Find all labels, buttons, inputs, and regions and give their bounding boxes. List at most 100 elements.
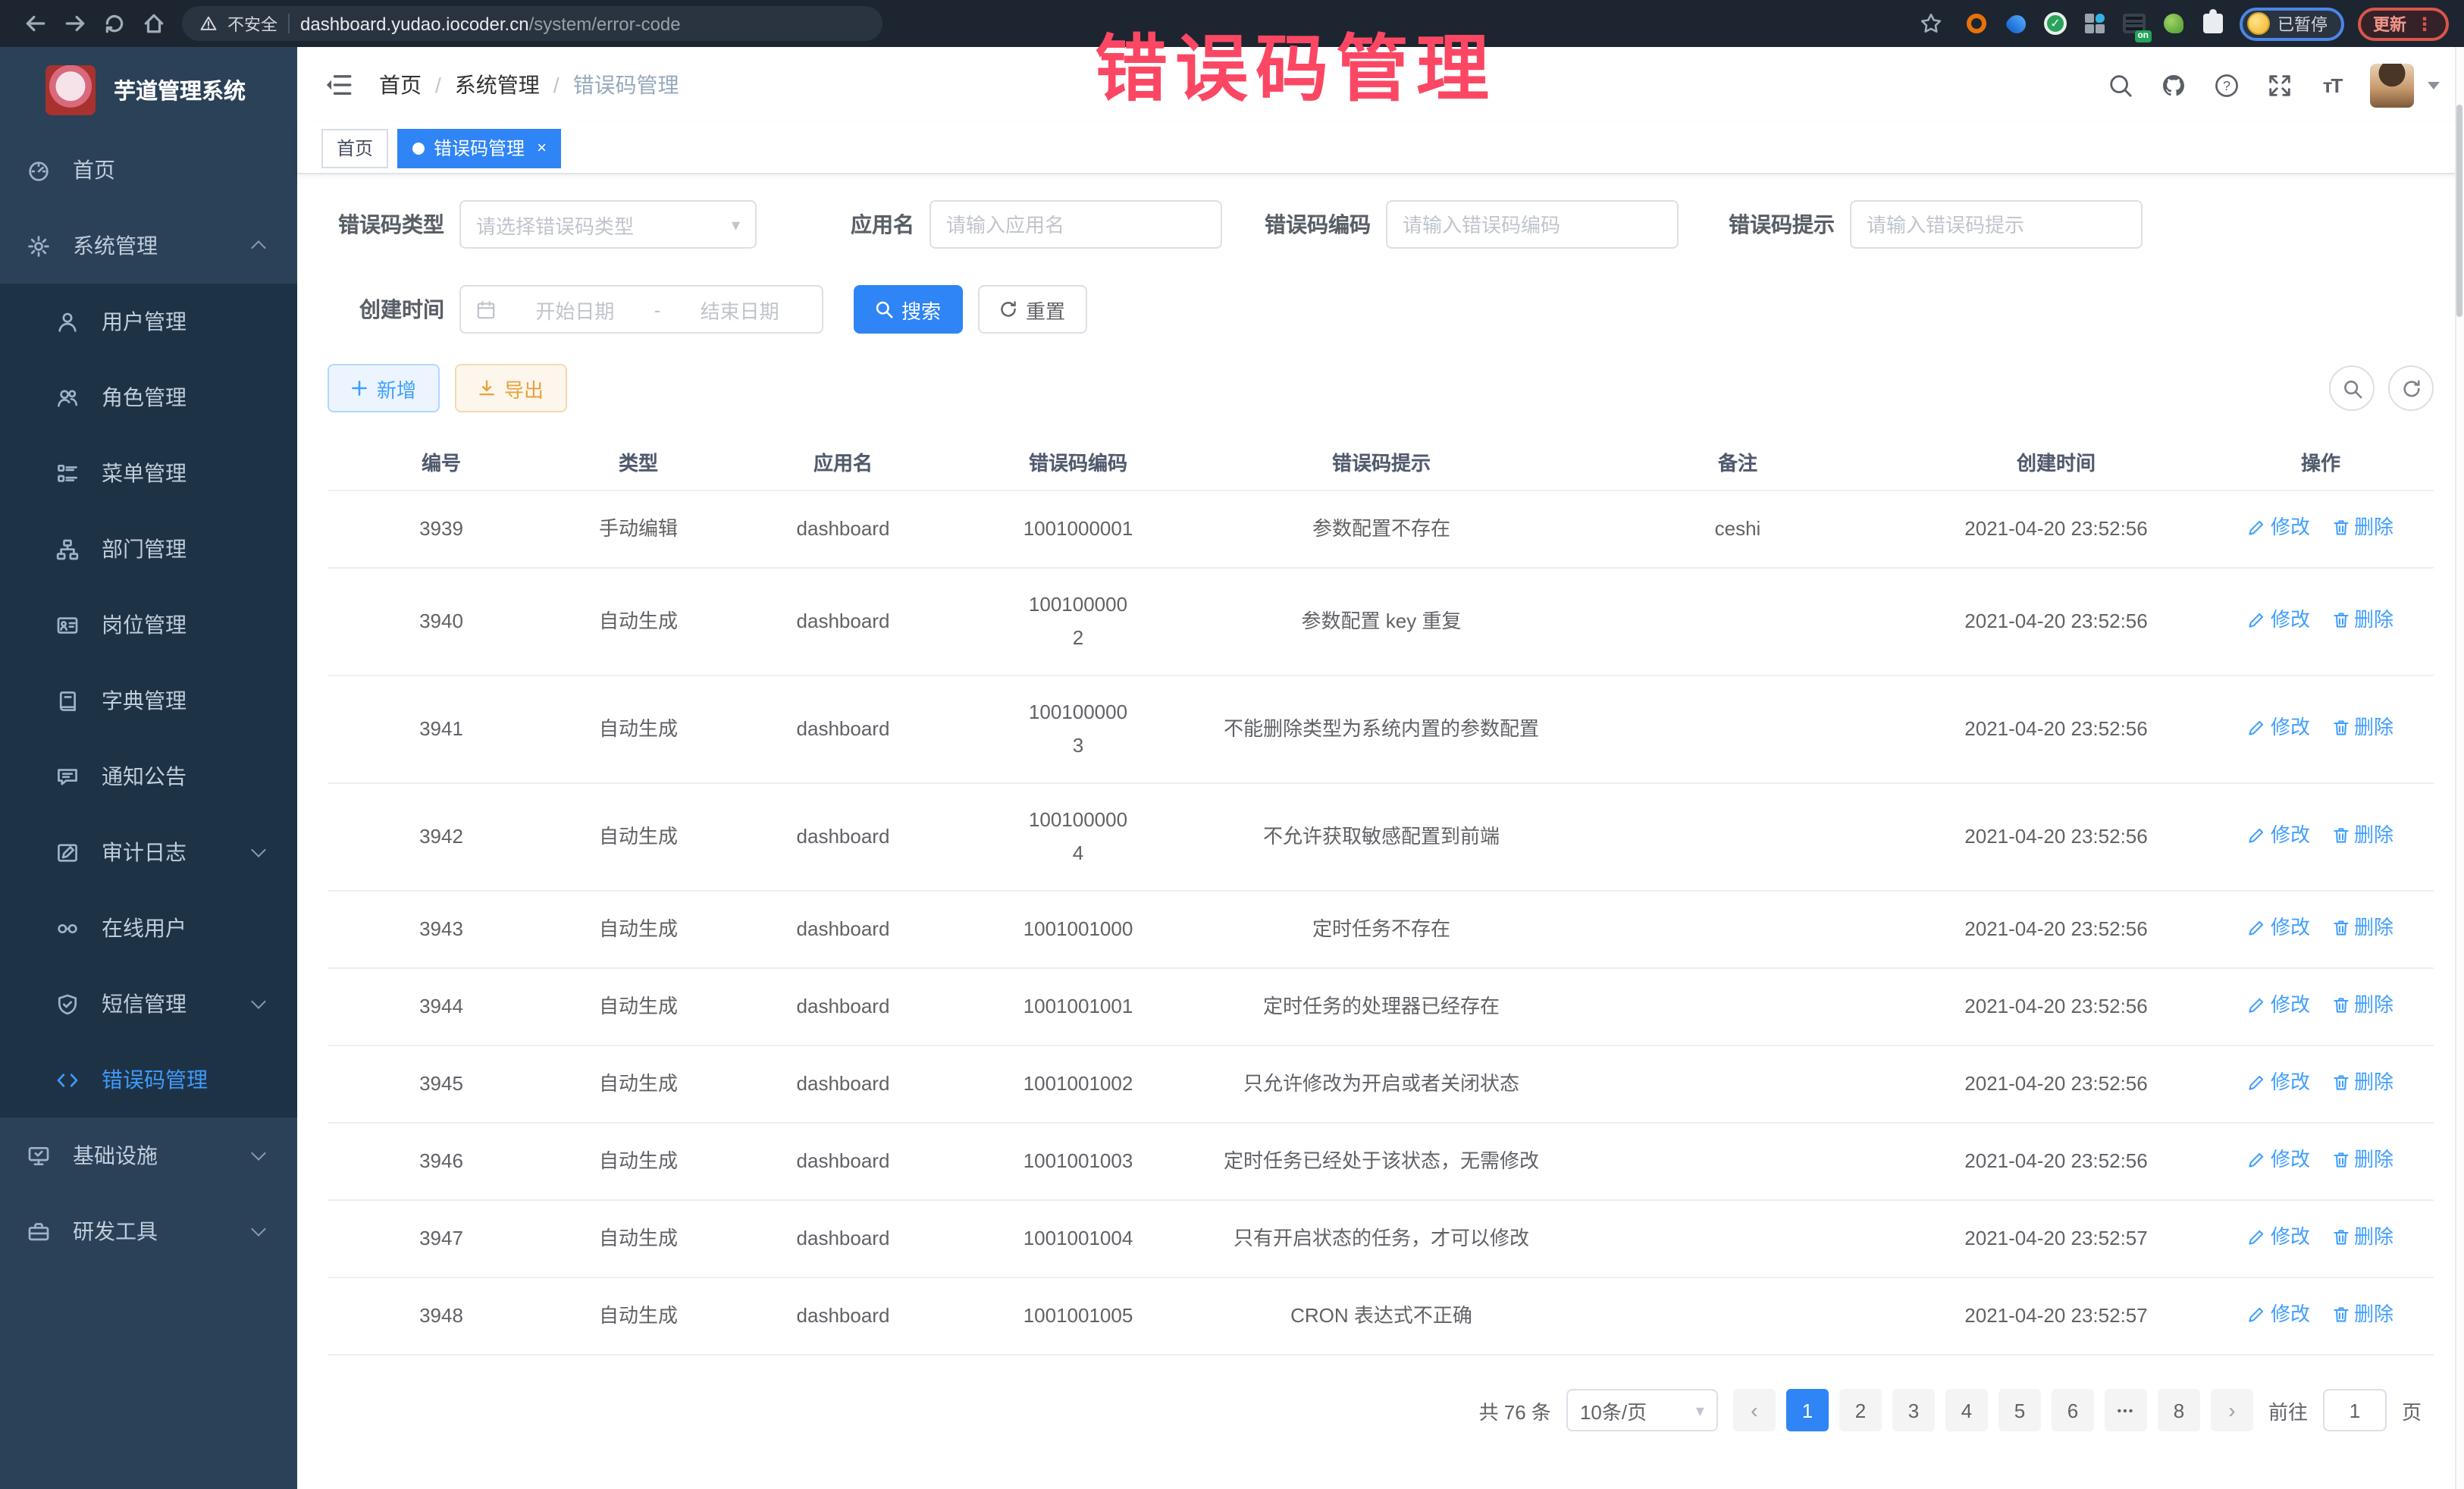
browser-profile-chip[interactable]: 已暂停 — [2240, 7, 2344, 40]
error-message-input[interactable] — [1850, 200, 2143, 249]
active-dot-icon — [412, 142, 425, 154]
sidebar-item-errcode[interactable]: 错误码管理 — [0, 1042, 297, 1118]
forward-button[interactable] — [55, 4, 94, 43]
sidebar-item-online[interactable]: 在线用户 — [0, 890, 297, 966]
address-bar[interactable]: 不安全 dashboard.yudao.iocoder.cn/system/er… — [182, 6, 882, 41]
table-row: 3941自动生成dashboard100100000 3不能删除类型为系统内置的… — [328, 676, 2434, 783]
edit-link[interactable]: 修改 — [2248, 511, 2310, 544]
edit-link[interactable]: 修改 — [2248, 1298, 2310, 1331]
github-icon[interactable] — [2158, 70, 2188, 100]
scrollbar-thumb[interactable] — [2456, 105, 2462, 317]
edit-link[interactable]: 修改 — [2248, 989, 2310, 1022]
browser-update-button[interactable]: 更新⋮ — [2358, 7, 2449, 40]
chevron-down-icon[interactable] — [2428, 81, 2440, 89]
edit-link[interactable]: 修改 — [2248, 711, 2310, 744]
extension-icon-grid[interactable] — [2082, 11, 2108, 36]
row-code: 100100000 3 — [964, 676, 1192, 783]
edit-link[interactable]: 修改 — [2248, 911, 2310, 945]
extension-icon-orange[interactable] — [1964, 11, 1989, 36]
show-search-toggle-button[interactable] — [2329, 365, 2375, 411]
hamburger-menu-icon[interactable] — [321, 68, 355, 102]
sidebar-item-audit[interactable]: 审计日志 — [0, 814, 297, 890]
edit-link[interactable]: 修改 — [2248, 1221, 2310, 1254]
export-button[interactable]: 导出 — [455, 364, 567, 412]
row-id: 3946 — [328, 1123, 555, 1200]
browser-menu-icon[interactable]: ⋮ — [2415, 13, 2434, 34]
font-size-icon[interactable]: тT — [2317, 70, 2347, 100]
prev-page-button[interactable]: ‹ — [1733, 1389, 1776, 1431]
user-avatar[interactable] — [2370, 63, 2414, 107]
sidebar-item-post[interactable]: 岗位管理 — [0, 587, 297, 663]
delete-link[interactable]: 删除 — [2331, 711, 2393, 744]
tab-error-code[interactable]: 错误码管理× — [397, 128, 562, 168]
delete-link[interactable]: 删除 — [2331, 511, 2393, 544]
goto-page-input[interactable] — [2323, 1389, 2387, 1431]
app-logo[interactable]: 芋道管理系统 — [0, 47, 297, 132]
row-actions: 修改删除 — [2208, 491, 2434, 568]
page-button-5[interactable]: 5 — [1998, 1389, 2041, 1431]
delete-link[interactable]: 删除 — [2331, 1221, 2393, 1254]
page-button-3[interactable]: 3 — [1892, 1389, 1935, 1431]
extension-icon-blue-drop[interactable] — [2003, 11, 2029, 36]
page-button-8[interactable]: 8 — [2158, 1389, 2200, 1431]
dept-icon — [56, 538, 79, 560]
bookmark-star-icon[interactable] — [1911, 4, 1950, 43]
sidebar-item-user[interactable]: 用户管理 — [0, 284, 297, 359]
sidebar-item-dict[interactable]: 字典管理 — [0, 663, 297, 738]
edit-link[interactable]: 修改 — [2248, 603, 2310, 637]
error-type-select[interactable]: 请选择错误码类型 ▾ — [459, 200, 757, 249]
sidebar-item-devtools[interactable]: 研发工具 — [0, 1193, 297, 1269]
search-button[interactable]: 搜索 — [854, 285, 963, 334]
sidebar-item-dept[interactable]: 部门管理 — [0, 511, 297, 587]
date-range-picker[interactable]: 开始日期 - 结束日期 — [459, 285, 823, 334]
help-icon[interactable]: ? — [2211, 70, 2241, 100]
back-button[interactable] — [15, 4, 55, 43]
page-button-1[interactable]: 1 — [1786, 1389, 1829, 1431]
breadcrumb-home[interactable]: 首页 — [379, 70, 422, 100]
error-code-input[interactable] — [1386, 200, 1679, 249]
delete-link[interactable]: 删除 — [2331, 989, 2393, 1022]
sidebar-item-infra[interactable]: 基础设施 — [0, 1118, 297, 1193]
extensions-puzzle-icon[interactable] — [2200, 11, 2226, 36]
pager-ellipsis[interactable]: ••• — [2105, 1389, 2147, 1431]
edit-link[interactable]: 修改 — [2248, 1066, 2310, 1099]
delete-link[interactable]: 删除 — [2331, 911, 2393, 945]
edit-link[interactable]: 修改 — [2248, 819, 2310, 852]
sidebar-item-system[interactable]: 系统管理 — [0, 208, 297, 284]
home-button[interactable] — [133, 4, 173, 43]
app-name-input[interactable] — [929, 200, 1222, 249]
reload-button[interactable] — [94, 4, 133, 43]
tab-home[interactable]: 首页 — [321, 128, 388, 168]
fullscreen-icon[interactable] — [2264, 70, 2294, 100]
refresh-table-button[interactable] — [2388, 365, 2434, 411]
close-icon[interactable]: × — [537, 139, 547, 157]
delete-link[interactable]: 删除 — [2331, 603, 2393, 637]
sidebar-item-notice[interactable]: 通知公告 — [0, 738, 297, 814]
extension-icon-green-circle[interactable]: ✓ — [2042, 11, 2068, 36]
sidebar-item-menu[interactable]: 菜单管理 — [0, 435, 297, 511]
delete-link[interactable]: 删除 — [2331, 1143, 2393, 1177]
page-button-4[interactable]: 4 — [1945, 1389, 1988, 1431]
page-button-2[interactable]: 2 — [1839, 1389, 1882, 1431]
sidebar-item-sms[interactable]: 短信管理 — [0, 966, 297, 1042]
sidebar-item-label: 基础设施 — [73, 1140, 158, 1171]
col-code: 错误码编码 — [964, 434, 1192, 491]
reset-button[interactable]: 重置 — [978, 285, 1087, 334]
delete-link[interactable]: 删除 — [2331, 1298, 2393, 1331]
page-button-6[interactable]: 6 — [2052, 1389, 2094, 1431]
next-page-button[interactable]: › — [2211, 1389, 2253, 1431]
extension-icon-green-key[interactable] — [2161, 11, 2187, 36]
breadcrumb-system[interactable]: 系统管理 — [455, 70, 540, 100]
row-actions: 修改删除 — [2208, 1045, 2434, 1123]
sidebar-item-home[interactable]: 首页 — [0, 132, 297, 208]
delete-link[interactable]: 删除 — [2331, 819, 2393, 852]
add-button[interactable]: 新增 — [328, 364, 440, 412]
row-message: 只允许修改为开启或者关闭状态 — [1192, 1045, 1571, 1123]
delete-link[interactable]: 删除 — [2331, 1066, 2393, 1099]
sidebar-item-role[interactable]: 角色管理 — [0, 359, 297, 435]
edit-link[interactable]: 修改 — [2248, 1143, 2310, 1177]
page-size-select[interactable]: 10条/页 ▾ — [1566, 1389, 1718, 1431]
window-scrollbar[interactable] — [2455, 47, 2464, 1489]
search-icon[interactable] — [2105, 70, 2135, 100]
extension-icon-tampermonkey[interactable]: on — [2121, 11, 2147, 36]
